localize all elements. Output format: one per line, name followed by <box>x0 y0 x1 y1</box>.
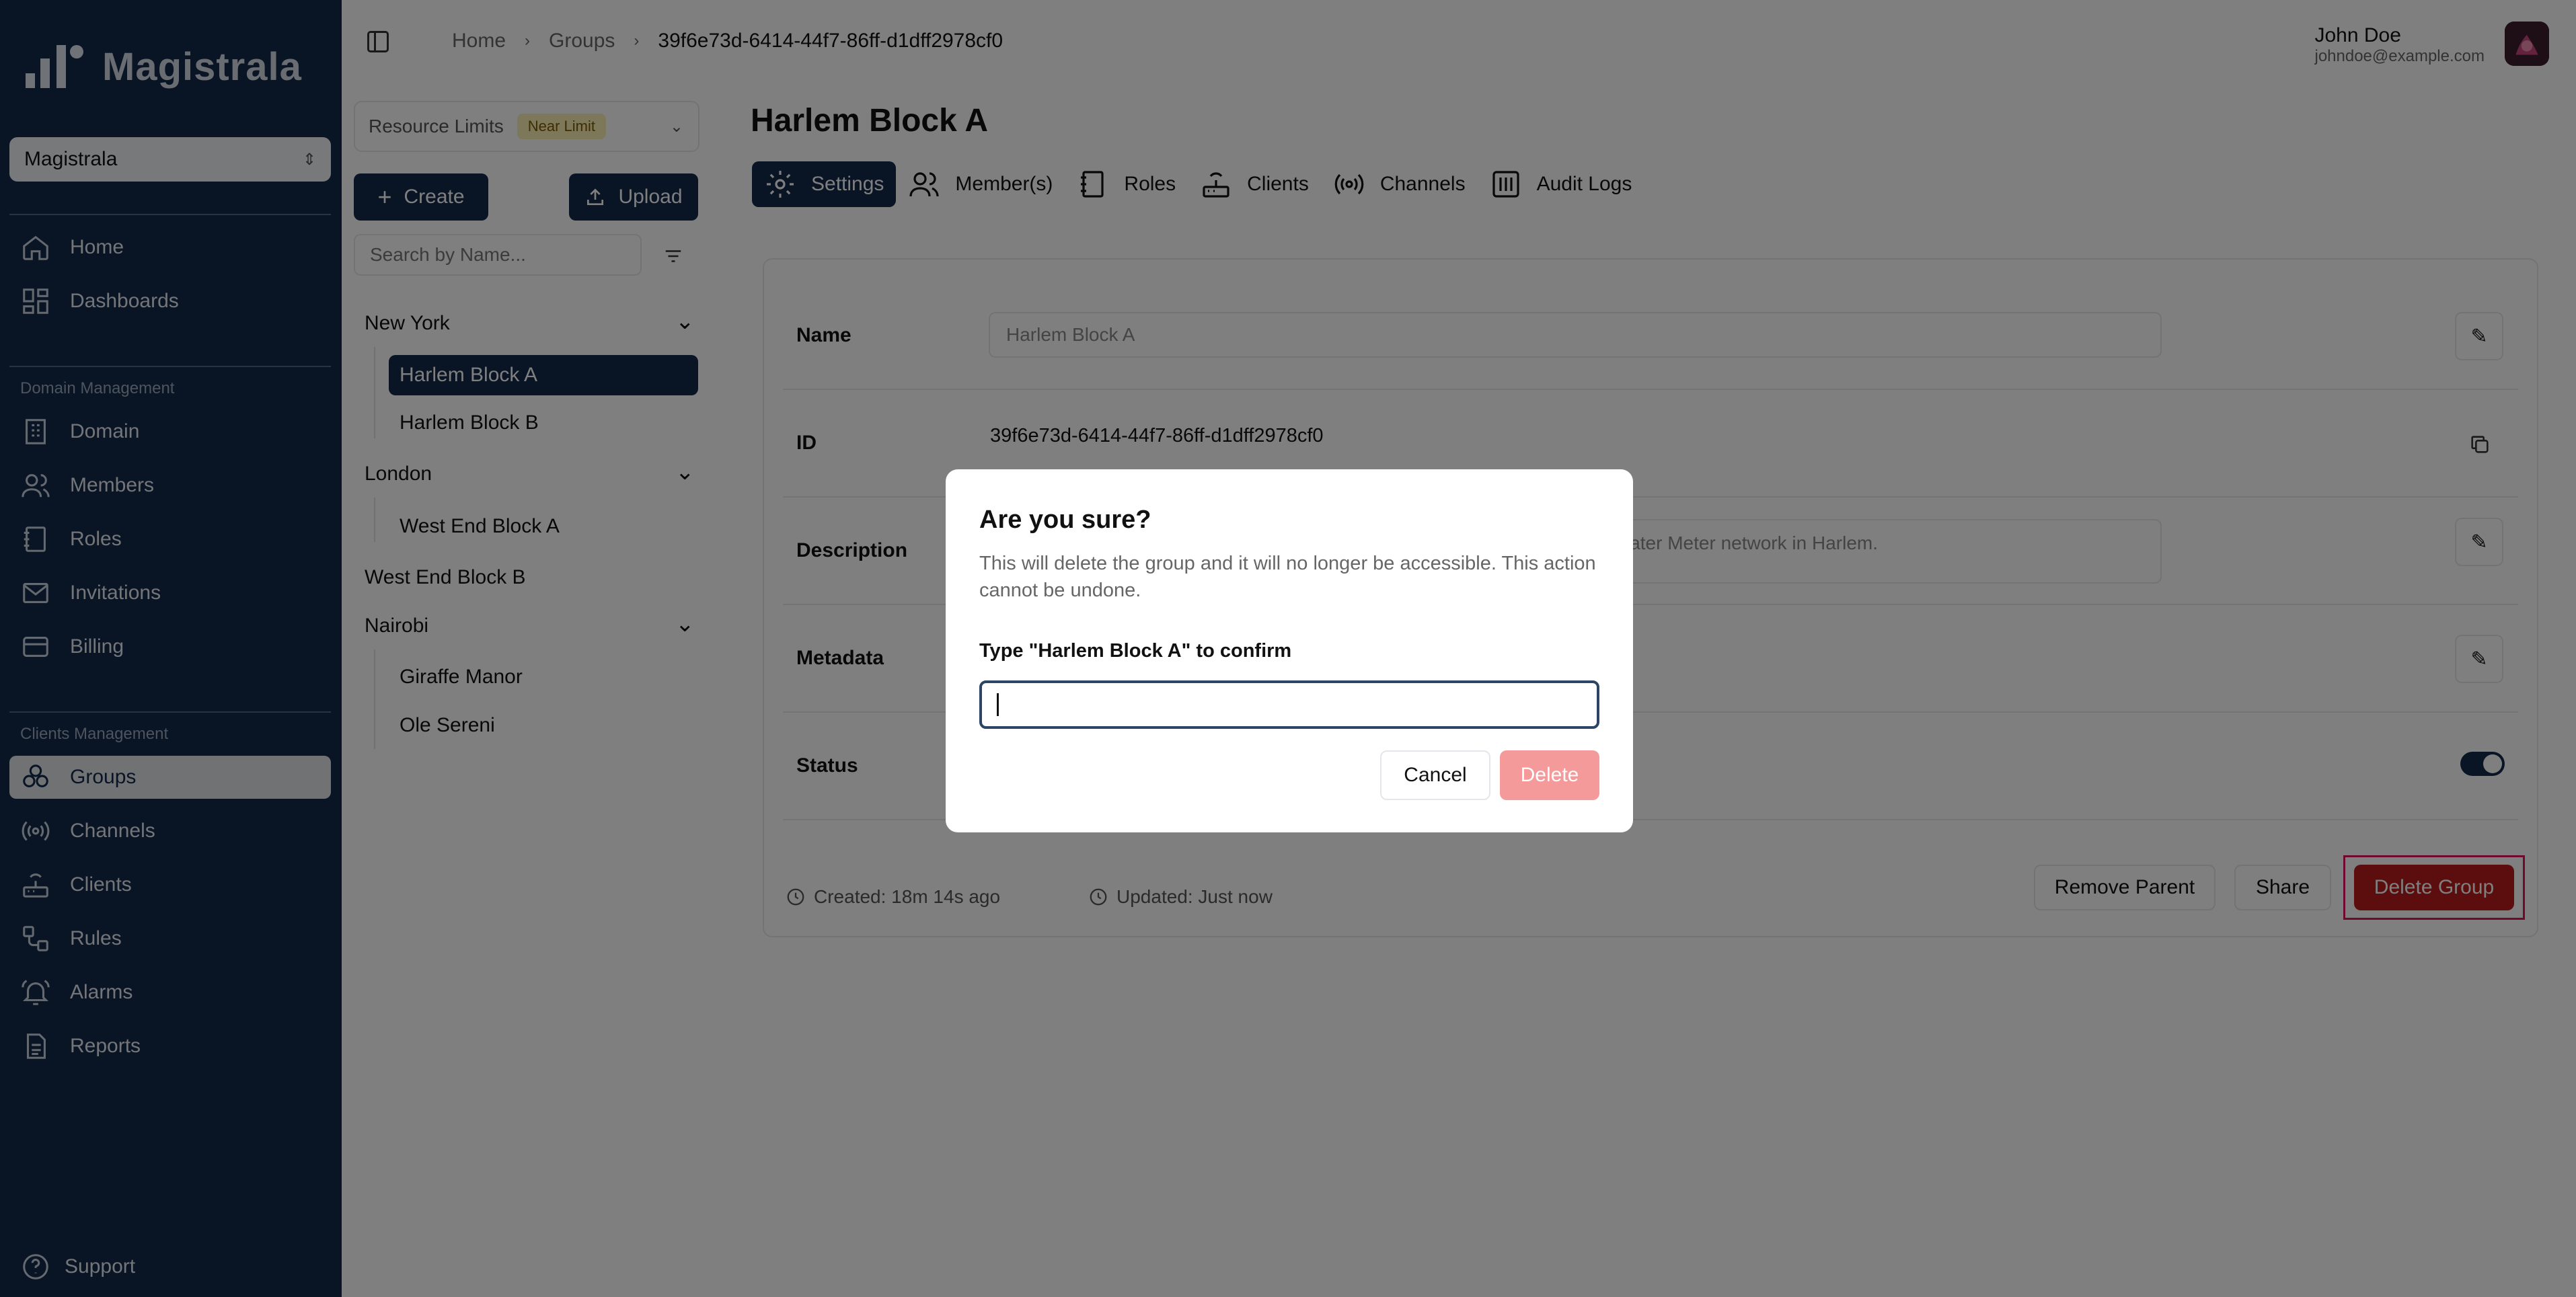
dialog-description: This will delete the group and it will n… <box>979 553 1596 601</box>
confirm-label: Type "Harlem Block A" to confirm <box>979 640 1292 662</box>
cancel-button[interactable]: Cancel <box>1380 750 1490 800</box>
confirm-delete-dialog: Are you sure? This will delete the group… <box>946 469 1633 832</box>
dialog-title: Are you sure? <box>979 506 1151 534</box>
confirm-input[interactable] <box>979 680 1599 729</box>
text-caret <box>997 693 999 716</box>
delete-button[interactable]: Delete <box>1500 750 1599 800</box>
